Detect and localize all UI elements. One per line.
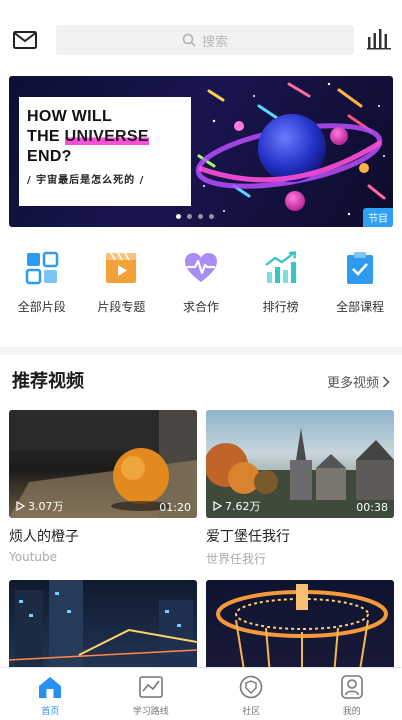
quick-link-clip-topics[interactable]: 片段专题 <box>83 250 159 330</box>
play-icon <box>16 501 25 511</box>
heart-pulse-icon <box>184 253 217 282</box>
video-card[interactable]: 7.62万 00:38 爱丁堡任我行 世界任我行 <box>206 410 394 567</box>
video-thumbnail[interactable]: 3.07万 01:20 <box>9 410 197 518</box>
carousel-dot[interactable] <box>209 214 214 219</box>
bottom-tab-bar: 首页 学习路线 社区 我的 <box>0 667 402 720</box>
video-duration: 01:20 <box>159 501 191 514</box>
banner-tag: 节目 <box>363 208 393 227</box>
quick-link-label: 片段专题 <box>97 300 146 314</box>
video-source: Youtube <box>9 550 57 564</box>
quick-link-rankings[interactable]: 排行榜 <box>243 250 319 330</box>
tab-label: 社区 <box>242 707 261 717</box>
carousel-dot[interactable] <box>198 214 203 219</box>
tab-community[interactable]: 社区 <box>216 668 286 720</box>
section-divider <box>0 347 402 355</box>
top-bar: 搜索 <box>0 0 402 70</box>
community-icon <box>239 675 263 699</box>
video-source: 世界任我行 <box>206 552 267 566</box>
quick-link-all-courses[interactable]: 全部课程 <box>322 250 398 330</box>
carousel-indicator[interactable] <box>176 214 214 219</box>
tab-label: 首页 <box>41 707 60 717</box>
tab-home[interactable]: 首页 <box>15 668 85 720</box>
chevron-right-icon <box>382 375 390 388</box>
view-count: 7.62万 <box>212 498 261 514</box>
more-videos-label: 更多视频 <box>326 376 379 391</box>
banner-subtitle: / 宇宙最后是怎么死的 / <box>27 175 145 186</box>
tab-mine[interactable]: 我的 <box>317 668 387 720</box>
home-icon <box>39 677 62 698</box>
tab-learning-path[interactable]: 学习路线 <box>116 668 186 720</box>
video-card[interactable]: 3.07万 01:20 烦人的橙子 Youtube <box>9 410 197 564</box>
video-title[interactable]: 爱丁堡任我行 <box>206 526 394 546</box>
carousel-dot[interactable] <box>187 214 192 219</box>
search-placeholder: 搜索 <box>201 34 228 50</box>
mail-icon[interactable] <box>12 29 38 51</box>
quick-link-cooperation[interactable]: 求合作 <box>163 250 239 330</box>
banner-line-2: THE UNIVERSE <box>27 128 149 145</box>
route-icon <box>138 676 163 698</box>
tab-label: 我的 <box>342 707 361 717</box>
more-videos-link[interactable]: 更多视频 <box>327 372 390 391</box>
video-icon <box>106 252 137 283</box>
quick-links: 全部片段 片段专题 求合作 排行榜 全部课程 <box>0 250 402 330</box>
carousel-dot[interactable] <box>176 214 181 219</box>
section-title: 推荐视频 <box>12 371 84 392</box>
banner-carousel[interactable]: HOW WILL THE UNIVERSE END? / 宇宙最后是怎么死的 /… <box>9 76 393 227</box>
play-icon <box>213 501 222 511</box>
video-duration: 00:38 <box>356 501 388 514</box>
banner-headline: HOW WILL THE UNIVERSE END? / 宇宙最后是怎么死的 / <box>19 97 191 206</box>
user-icon <box>340 675 363 699</box>
tab-label: 学习路线 <box>132 707 169 717</box>
banner-line-1: HOW WILL <box>27 108 113 125</box>
search-input[interactable]: 搜索 <box>56 25 354 55</box>
banner-line-3: END? <box>27 148 72 165</box>
quick-link-label: 排行榜 <box>262 300 299 314</box>
quick-link-label: 求合作 <box>182 300 219 314</box>
trend-chart-icon <box>264 251 296 283</box>
stats-icon[interactable] <box>366 28 392 50</box>
search-icon <box>182 33 196 47</box>
view-count: 3.07万 <box>15 498 64 514</box>
video-title[interactable]: 烦人的橙子 <box>9 526 197 546</box>
grid-icon <box>25 251 59 285</box>
clipboard-icon <box>347 252 374 284</box>
quick-link-label: 全部课程 <box>336 300 385 314</box>
quick-link-label: 全部片段 <box>17 300 66 314</box>
video-thumbnail[interactable]: 7.62万 00:38 <box>206 410 394 518</box>
quick-link-all-clips[interactable]: 全部片段 <box>4 250 80 330</box>
